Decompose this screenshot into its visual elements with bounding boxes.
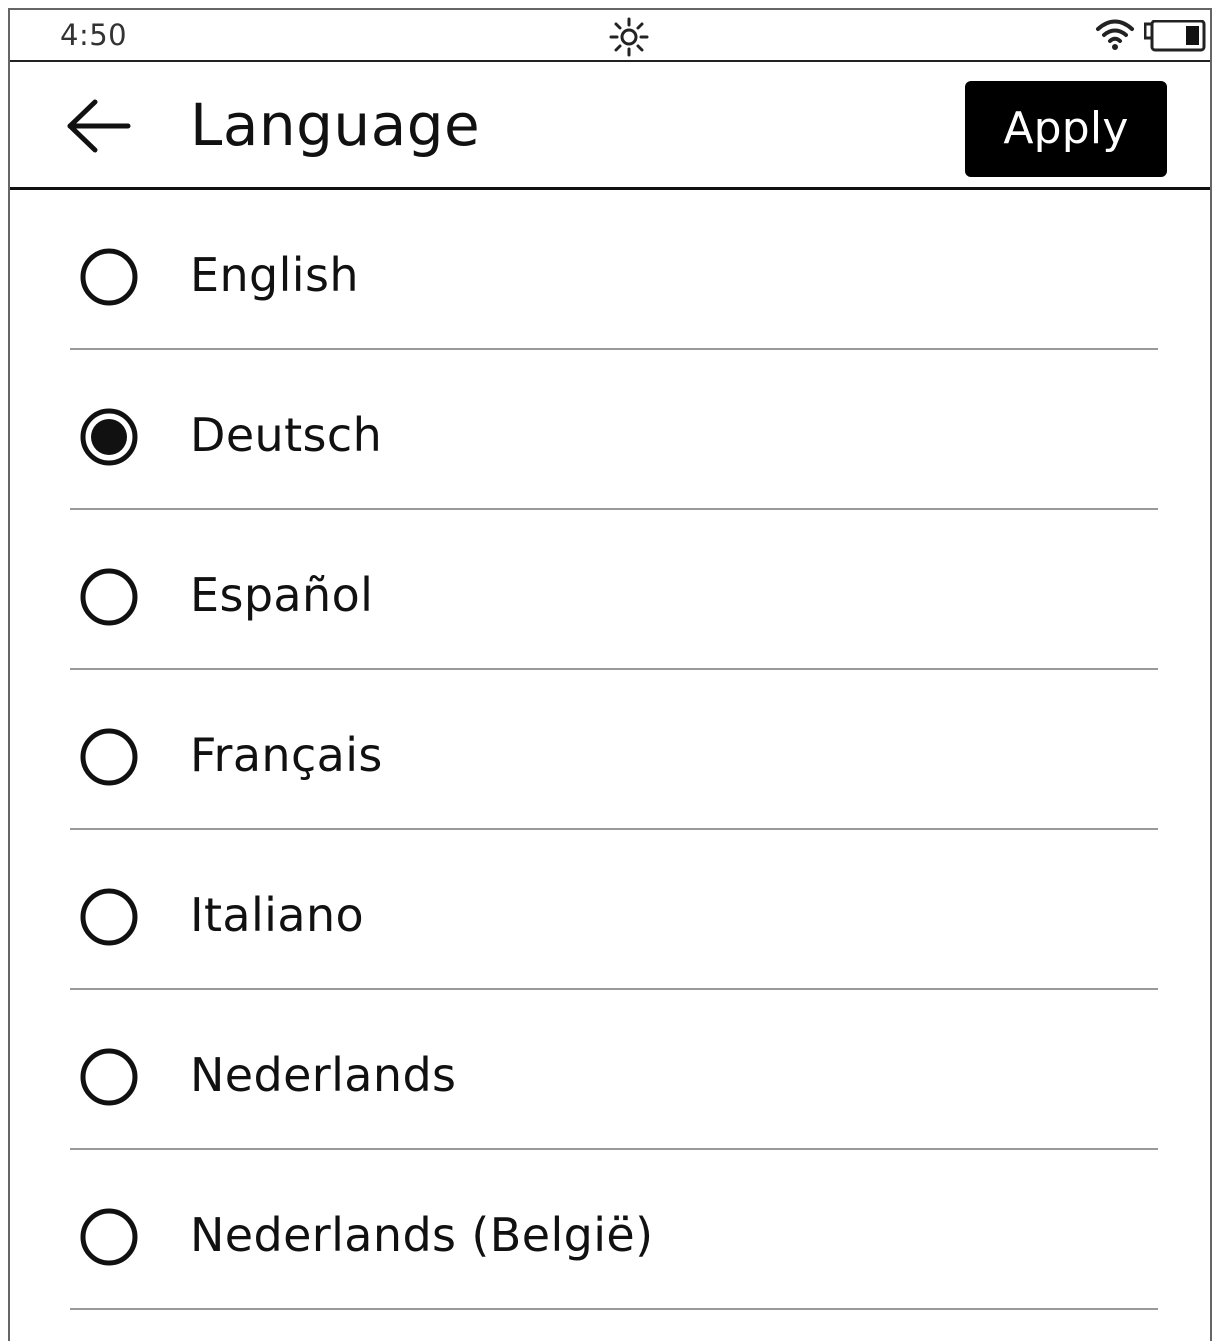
wifi-icon <box>1096 19 1134 50</box>
radio-unselected-icon[interactable] <box>78 726 140 788</box>
status-bar: 4:50 <box>10 10 1210 62</box>
language-option[interactable]: English <box>70 190 1158 350</box>
language-option[interactable]: Español <box>70 510 1158 670</box>
language-option[interactable]: Nederlands (België) <box>70 1150 1158 1310</box>
back-button[interactable] <box>62 96 136 156</box>
language-label: Nederlands <box>190 1048 457 1102</box>
language-option[interactable]: Deutsch <box>70 350 1158 510</box>
language-label: Italiano <box>190 888 365 942</box>
apply-button[interactable]: Apply <box>965 81 1167 177</box>
header: Language Apply <box>10 62 1210 190</box>
status-time: 4:50 <box>60 18 128 52</box>
language-label: Español <box>190 568 374 622</box>
page-title: Language <box>190 91 481 159</box>
radio-unselected-icon[interactable] <box>78 886 140 948</box>
language-label: Nederlands (België) <box>190 1208 654 1262</box>
radio-unselected-icon[interactable] <box>78 1046 140 1108</box>
sun-icon <box>609 17 649 57</box>
battery-icon <box>1144 20 1206 52</box>
language-list: English Deutsch Español Français Italiano Ned… <box>10 190 1210 1310</box>
language-label: Deutsch <box>190 408 383 462</box>
radio-unselected-icon[interactable] <box>78 1206 140 1268</box>
device-screen: 4:50 Language Apply English Deutsch Espa… <box>8 8 1212 1341</box>
radio-selected-icon[interactable] <box>78 406 140 468</box>
language-option[interactable]: Français <box>70 670 1158 830</box>
language-option[interactable]: Italiano <box>70 830 1158 990</box>
language-label: English <box>190 248 359 302</box>
language-label: Français <box>190 728 383 782</box>
radio-unselected-icon[interactable] <box>78 566 140 628</box>
radio-unselected-icon[interactable] <box>78 246 140 308</box>
language-option[interactable]: Nederlands <box>70 990 1158 1150</box>
